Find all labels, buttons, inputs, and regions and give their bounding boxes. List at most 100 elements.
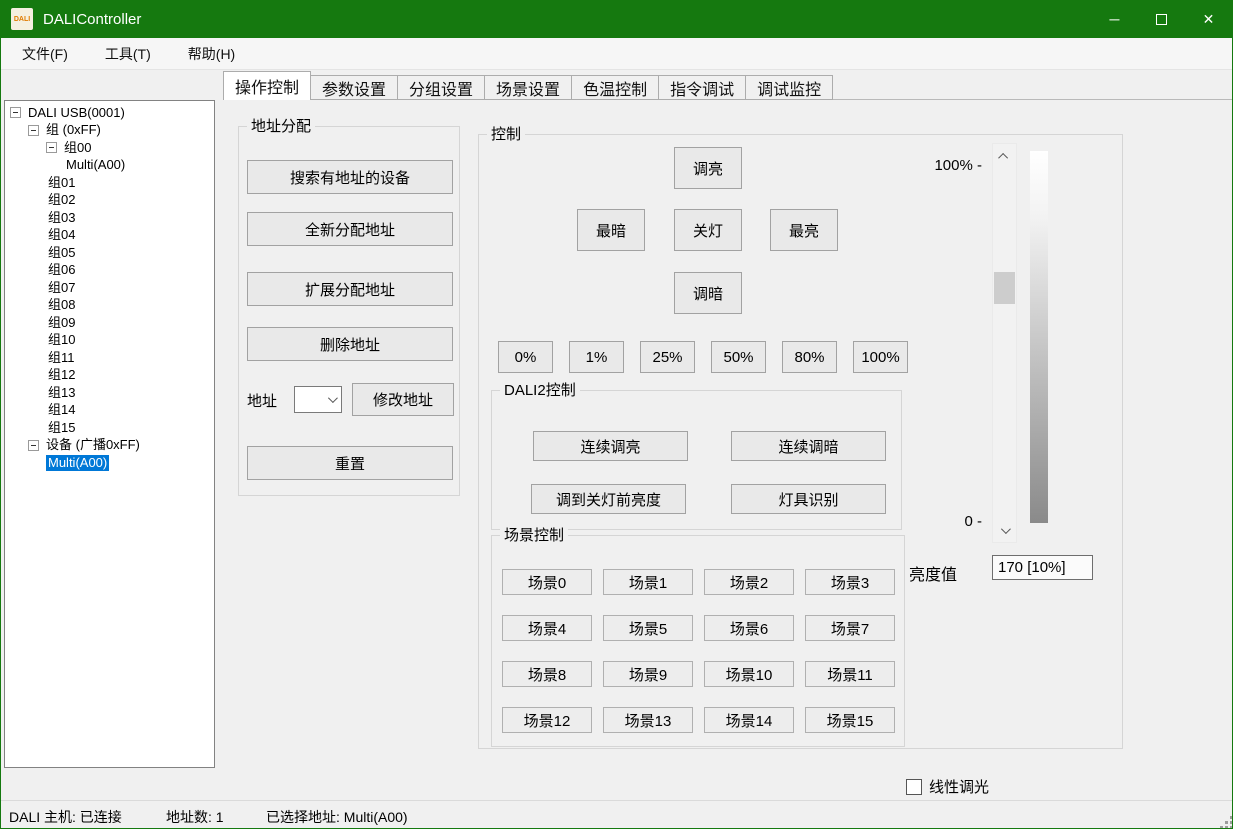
- tree-item-group04[interactable]: 组04: [5, 227, 214, 245]
- percent-50-button[interactable]: 50%: [711, 341, 766, 373]
- assign-new-address-button[interactable]: 全新分配地址: [247, 212, 453, 246]
- scene-14-button[interactable]: 场景14: [704, 707, 794, 733]
- tree-item-group09[interactable]: 组09: [5, 314, 214, 332]
- scrollbar-thumb[interactable]: [994, 272, 1015, 304]
- tab-scene-settings[interactable]: 场景设置: [485, 75, 572, 100]
- continuous-brighten-button[interactable]: 连续调亮: [533, 431, 688, 461]
- tree-item-group11[interactable]: 组11: [5, 349, 214, 367]
- scene-13-button[interactable]: 场景13: [603, 707, 693, 733]
- linear-dim-option[interactable]: 线性调光: [906, 776, 989, 797]
- collapse-icon[interactable]: [10, 107, 21, 118]
- scene-3-button[interactable]: 场景3: [805, 569, 895, 595]
- brightness-value-field[interactable]: 170 [10%]: [992, 555, 1093, 580]
- brightness-value-label: 亮度值: [909, 561, 957, 585]
- linear-dim-checkbox[interactable]: [906, 779, 922, 795]
- chevron-down-icon: [328, 393, 338, 403]
- collapse-icon[interactable]: [28, 440, 39, 451]
- percent-80-button[interactable]: 80%: [782, 341, 837, 373]
- collapse-icon[interactable]: [46, 142, 57, 153]
- bottom-bar: 线性调光: [1, 770, 1232, 800]
- tree-item-group08[interactable]: 组08: [5, 297, 214, 315]
- brighten-button[interactable]: 调亮: [674, 147, 742, 189]
- scene-10-button[interactable]: 场景10: [704, 661, 794, 687]
- status-selected-address: 已选择地址: Multi(A00): [266, 807, 408, 827]
- dimmest-button[interactable]: 最暗: [577, 209, 645, 251]
- brightest-button[interactable]: 最亮: [770, 209, 838, 251]
- tab-parameter-settings[interactable]: 参数设置: [311, 75, 398, 100]
- tree-item-group00[interactable]: 组00: [5, 139, 214, 157]
- collapse-icon[interactable]: [28, 125, 39, 136]
- scene-11-button[interactable]: 场景11: [805, 661, 895, 687]
- menu-bar: 文件(F) 工具(T) 帮助(H): [1, 38, 1232, 70]
- tree-item-group07[interactable]: 组07: [5, 279, 214, 297]
- tree-item-group10[interactable]: 组10: [5, 332, 214, 350]
- scene-2-button[interactable]: 场景2: [704, 569, 794, 595]
- modify-address-button[interactable]: 修改地址: [352, 383, 454, 416]
- tab-color-temp-control[interactable]: 色温控制: [572, 75, 659, 100]
- tab-debug-monitor[interactable]: 调试监控: [746, 75, 833, 100]
- search-addressed-devices-button[interactable]: 搜索有地址的设备: [247, 160, 453, 194]
- tab-command-debug[interactable]: 指令调试: [659, 75, 746, 100]
- percent-1-button[interactable]: 1%: [569, 341, 624, 373]
- address-combobox[interactable]: [294, 386, 342, 413]
- percent-100-button[interactable]: 100%: [853, 341, 908, 373]
- percent-0-button[interactable]: 0%: [498, 341, 553, 373]
- dali2-control-group: DALI2控制 连续调亮 连续调暗 调到关灯前亮度 灯具识别: [491, 390, 902, 530]
- title-bar: DALI DALIController ─ ✕: [1, 0, 1232, 38]
- status-host-connection: DALI 主机: 已连接: [9, 807, 122, 827]
- chevron-down-icon: [1001, 524, 1011, 534]
- menu-tools[interactable]: 工具(T): [89, 44, 167, 64]
- maximize-button[interactable]: [1138, 0, 1185, 38]
- scene-0-button[interactable]: 场景0: [502, 569, 592, 595]
- scene-8-button[interactable]: 场景8: [502, 661, 592, 687]
- scene-1-button[interactable]: 场景1: [603, 569, 693, 595]
- scroll-up-button[interactable]: [993, 146, 1016, 166]
- brightness-value-text: 170 [10%]: [998, 559, 1066, 576]
- continuous-dim-button[interactable]: 连续调暗: [731, 431, 886, 461]
- scene-4-button[interactable]: 场景4: [502, 615, 592, 641]
- tree-item-group03[interactable]: 组03: [5, 209, 214, 227]
- brightness-scrollbar[interactable]: [992, 143, 1017, 543]
- tab-grouping-settings[interactable]: 分组设置: [398, 75, 485, 100]
- scroll-down-button[interactable]: [993, 520, 1016, 540]
- tree-item-group01[interactable]: 组01: [5, 174, 214, 192]
- tree-item-multi-a00-selected[interactable]: Multi(A00): [5, 454, 214, 472]
- reset-button[interactable]: 重置: [247, 446, 453, 480]
- resize-grip-icon[interactable]: [1225, 821, 1228, 824]
- close-button[interactable]: ✕: [1185, 0, 1232, 38]
- tree-item-group15[interactable]: 组15: [5, 419, 214, 437]
- assign-extended-address-button[interactable]: 扩展分配地址: [247, 272, 453, 306]
- scene-12-button[interactable]: 场景12: [502, 707, 592, 733]
- menu-file[interactable]: 文件(F): [6, 44, 84, 64]
- light-off-button[interactable]: 关灯: [674, 209, 742, 251]
- menu-help[interactable]: 帮助(H): [172, 44, 251, 64]
- tree-item-device-broadcast[interactable]: 设备 (广播0xFF): [5, 437, 214, 455]
- tree-item-dali-usb[interactable]: DALI USB(0001): [5, 104, 214, 122]
- tree-item-group12[interactable]: 组12: [5, 367, 214, 385]
- scene-7-button[interactable]: 场景7: [805, 615, 895, 641]
- scene-5-button[interactable]: 场景5: [603, 615, 693, 641]
- maximize-icon: [1156, 14, 1167, 25]
- tree-item-group05[interactable]: 组05: [5, 244, 214, 262]
- percent-preset-row: 0% 1% 25% 50% 80% 100%: [498, 341, 908, 373]
- tree-item-group13[interactable]: 组13: [5, 384, 214, 402]
- tree-item-multi-a00-group[interactable]: Multi(A00): [5, 157, 214, 175]
- tree-item-group-root[interactable]: 组 (0xFF): [5, 122, 214, 140]
- percent-25-button[interactable]: 25%: [640, 341, 695, 373]
- scene-9-button[interactable]: 场景9: [603, 661, 693, 687]
- tab-operation-control[interactable]: 操作控制: [223, 71, 311, 100]
- dim-button[interactable]: 调暗: [674, 272, 742, 314]
- delete-address-button[interactable]: 删除地址: [247, 327, 453, 361]
- group-title: 场景控制: [500, 526, 568, 545]
- tree-item-group06[interactable]: 组06: [5, 262, 214, 280]
- group-title: 控制: [487, 125, 525, 144]
- tree-item-group02[interactable]: 组02: [5, 192, 214, 210]
- scene-6-button[interactable]: 场景6: [704, 615, 794, 641]
- scene-15-button[interactable]: 场景15: [805, 707, 895, 733]
- lamp-identify-button[interactable]: 灯具识别: [731, 484, 886, 514]
- chevron-up-icon: [998, 152, 1008, 162]
- recall-last-level-button[interactable]: 调到关灯前亮度: [531, 484, 686, 514]
- minimize-button[interactable]: ─: [1091, 0, 1138, 38]
- group-title: 地址分配: [247, 117, 315, 136]
- tree-item-group14[interactable]: 组14: [5, 402, 214, 420]
